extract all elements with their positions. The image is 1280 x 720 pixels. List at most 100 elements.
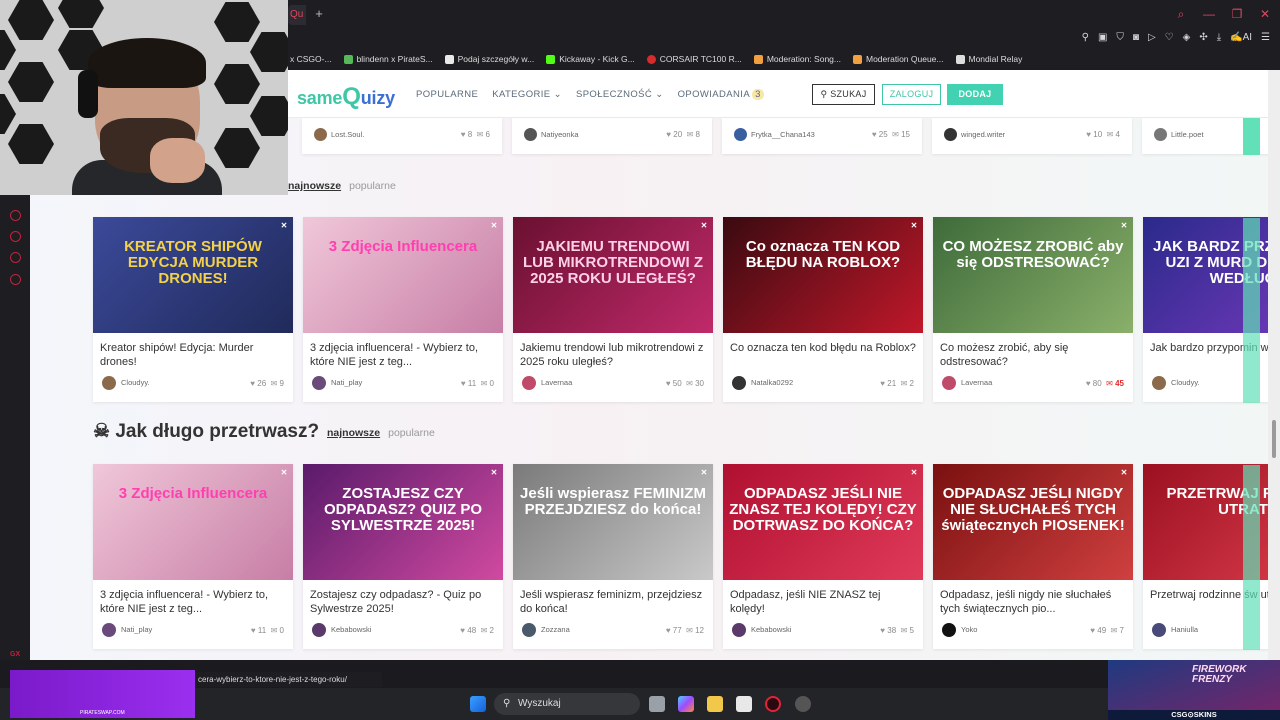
minimize-icon[interactable]: — <box>1202 7 1216 22</box>
avatar[interactable] <box>944 128 957 141</box>
start-windows-icon[interactable] <box>470 696 486 712</box>
avatar[interactable] <box>522 376 536 390</box>
author-name[interactable]: Kebabowski <box>751 625 791 634</box>
bookmark[interactable]: Podaj szczegóły w... <box>444 54 534 64</box>
avatar[interactable] <box>942 376 956 390</box>
close-icon[interactable]: ✕ <box>908 220 920 232</box>
store-icon[interactable] <box>736 696 752 712</box>
scrollbar-thumb[interactable] <box>1272 420 1276 458</box>
quiz-thumbnail[interactable]: ZOSTAJESZ CZY ODPADASZ? QUIZ PO SYLWESTR… <box>303 464 503 580</box>
quiz-title[interactable]: Co możesz zrobić, aby się odstresować? <box>940 341 1128 370</box>
avatar[interactable] <box>732 376 746 390</box>
quiz-title[interactable]: Zostajesz czy odpadasz? - Quiz po Sylwes… <box>310 588 498 617</box>
carousel-next-edge[interactable] <box>1243 465 1260 650</box>
close-icon[interactable]: ✕ <box>1118 220 1130 232</box>
quiz-thumbnail[interactable]: 3 Zdjęcia Influencera ✕ <box>93 464 293 580</box>
close-icon[interactable]: ✕ <box>1118 467 1130 479</box>
history-icon[interactable] <box>10 231 21 242</box>
shield-icon[interactable]: ⛉ <box>1116 31 1124 45</box>
ai-icon[interactable]: ✍AI <box>1230 31 1252 45</box>
quiz-card[interactable]: 3 Zdjęcia Influencera ✕ 3 zdjęcia influenc… <box>93 464 293 649</box>
avatar[interactable] <box>314 128 327 141</box>
taskbar-search[interactable]: ⚲ Wyszukaj <box>494 693 640 715</box>
pin-icon[interactable]: ⚲ <box>1082 31 1089 45</box>
tab-najnowsze[interactable]: najnowsze <box>288 180 341 192</box>
active-tab[interactable]: Qu <box>288 5 306 25</box>
quiz-thumbnail[interactable]: 3 Zdjęcia Influencera ✕ <box>303 217 503 333</box>
screenshot-icon[interactable]: ▣ <box>1098 31 1107 45</box>
quiz-card[interactable]: ODPADASZ JEŚLI NIGDY NIE SŁUCHAŁEŚ TYCH … <box>933 464 1133 649</box>
nav-kategorie[interactable]: KATEGORIE ⌄ <box>492 89 562 100</box>
login-button[interactable]: ZALOGUJ <box>882 84 941 105</box>
quiz-card-partial[interactable]: Lost.Soul. ♥ 8 ✉ 6 <box>302 118 502 154</box>
author-name[interactable]: Yoko <box>961 625 977 634</box>
author-name[interactable]: Natiyeonka <box>541 130 579 139</box>
avatar[interactable] <box>1152 623 1166 637</box>
site-logo[interactable]: sameQuizy <box>297 83 395 111</box>
tab-popularne[interactable]: popularne <box>349 180 396 192</box>
carousel-next-edge[interactable] <box>1243 118 1260 155</box>
author-name[interactable]: Cloudyy. <box>121 378 150 387</box>
author-name[interactable]: winged.writer <box>961 130 1005 139</box>
close-icon[interactable]: ✕ <box>278 220 290 232</box>
tab-popularne[interactable]: popularne <box>388 427 435 439</box>
maximize-icon[interactable]: ❐ <box>1230 7 1244 22</box>
author-name[interactable]: Natalka0292 <box>751 378 793 387</box>
camera-icon[interactable]: ◙ <box>1133 31 1139 45</box>
author-name[interactable]: Nati_play <box>121 625 152 634</box>
quiz-thumbnail[interactable]: ODPADASZ JEŚLI NIE ZNASZ TEJ KOLĘDY! CZY… <box>723 464 923 580</box>
opera-gx-icon[interactable] <box>765 696 781 712</box>
quiz-title[interactable]: Odpadasz, jeśli nigdy nie słuchałeś tych… <box>940 588 1128 617</box>
bookmark[interactable]: Moderation Queue... <box>853 54 944 64</box>
quiz-title[interactable]: Odpadasz, jeśli NIE ZNASZ tej kolędy! <box>730 588 918 617</box>
avatar[interactable] <box>522 623 536 637</box>
quiz-title[interactable]: 3 zdjęcia influencera! - Wybierz to, któ… <box>310 341 498 370</box>
copilot-icon[interactable] <box>678 696 694 712</box>
author-name[interactable]: Lost.Soul. <box>331 130 364 139</box>
quiz-card-partial[interactable]: Frytka__Chana143 ♥ 25 ✉ 15 <box>722 118 922 154</box>
author-name[interactable]: Kebabowski <box>331 625 371 634</box>
avatar[interactable] <box>312 376 326 390</box>
add-button[interactable]: DODAJ <box>947 84 1003 105</box>
new-tab-button[interactable]: + <box>311 6 327 22</box>
quiz-thumbnail[interactable]: Co oznacza TEN KOD BŁĘDU NA ROBLOX? ✕ <box>723 217 923 333</box>
file-explorer-icon[interactable] <box>707 696 723 712</box>
author-name[interactable]: Haniulla <box>1171 625 1198 634</box>
quiz-thumbnail[interactable]: CO MOŻESZ ZROBIĆ aby się ODSTRESOWAĆ? ✕ <box>933 217 1133 333</box>
quiz-thumbnail[interactable]: JAKIEMU TRENDOWI LUB MIKROTRENDOWI Z 202… <box>513 217 713 333</box>
quiz-card-partial[interactable]: winged.writer ♥ 10 ✉ 4 <box>932 118 1132 154</box>
avatar[interactable] <box>102 376 116 390</box>
steam-icon[interactable] <box>795 696 811 712</box>
quiz-card[interactable]: Jeśli wspierasz FEMINIZM PRZEJDZIESZ do … <box>513 464 713 649</box>
avatar[interactable] <box>942 623 956 637</box>
quiz-title[interactable]: Jeśli wspierasz feminizm, przejdziesz do… <box>520 588 708 617</box>
bookmark[interactable]: CORSAIR TC100 R... <box>646 54 742 64</box>
quiz-card[interactable]: KREATOR SHIPÓW EDYCJA MURDER DRONES! ✕ Kre… <box>93 217 293 402</box>
messenger-icon[interactable] <box>10 252 21 263</box>
close-icon[interactable]: ✕ <box>278 467 290 479</box>
avatar[interactable] <box>1152 376 1166 390</box>
player-icon[interactable] <box>10 210 21 221</box>
close-window-icon[interactable]: ✕ <box>1258 7 1272 22</box>
quiz-title[interactable]: 3 zdjęcia influencera! - Wybierz to, któ… <box>100 588 288 617</box>
menu-icon[interactable]: ☰ <box>1261 31 1270 45</box>
tab-najnowsze[interactable]: najnowsze <box>327 427 380 439</box>
avatar[interactable] <box>1154 128 1167 141</box>
nav-spolecznosc[interactable]: SPOŁECZNOŚĆ ⌄ <box>576 89 664 100</box>
download-icon[interactable]: ⤓ <box>1217 31 1221 45</box>
puzzle-icon[interactable]: ✣ <box>1199 31 1207 45</box>
cube-icon[interactable]: ◈ <box>1183 31 1191 45</box>
search-button[interactable]: ⚲ SZUKAJ <box>812 84 875 105</box>
quiz-card[interactable]: Co oznacza TEN KOD BŁĘDU NA ROBLOX? ✕ Co o… <box>723 217 923 402</box>
quiz-title[interactable]: Jakiemu trendowi lub mikrotrendowi z 202… <box>520 341 708 370</box>
carousel-next-edge[interactable] <box>1243 218 1260 403</box>
author-name[interactable]: Lavernaa <box>961 378 992 387</box>
bookmark[interactable]: x CSGO-... <box>290 54 332 64</box>
author-name[interactable]: Little.poet <box>1171 130 1204 139</box>
search-tabs-icon[interactable]: ⌕ <box>1174 7 1188 22</box>
quiz-card[interactable]: 3 Zdjęcia Influencera ✕ 3 zdjęcia influenc… <box>303 217 503 402</box>
quiz-thumbnail[interactable]: ODPADASZ JEŚLI NIGDY NIE SŁUCHAŁEŚ TYCH … <box>933 464 1133 580</box>
page-scrollbar[interactable] <box>1268 70 1280 660</box>
avatar[interactable] <box>102 623 116 637</box>
bookmark[interactable]: Mondial Relay <box>955 54 1022 64</box>
